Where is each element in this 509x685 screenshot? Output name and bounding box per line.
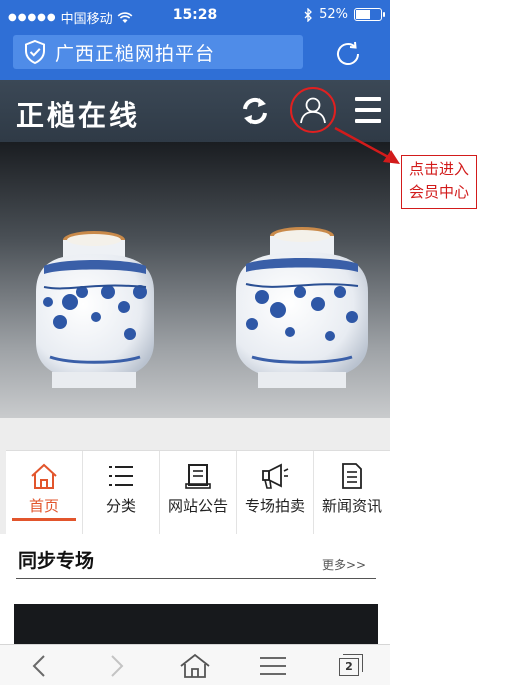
refresh-button[interactable]: [237, 93, 273, 129]
home-icon: [28, 461, 60, 491]
hamburger-menu-icon[interactable]: [355, 97, 381, 123]
tabs-button[interactable]: 2: [312, 645, 390, 685]
document-icon: [336, 461, 368, 491]
forward-button[interactable]: [78, 645, 156, 685]
tab-count: 2: [339, 657, 359, 676]
porcelain-jars-image: [36, 227, 368, 388]
forward-icon: [111, 654, 124, 677]
member-center-button[interactable]: [290, 87, 336, 133]
refresh-icon: [243, 97, 267, 125]
left-jar: [36, 231, 154, 388]
annotation-line-1: 点击进入: [408, 160, 469, 178]
bluetooth-icon: [304, 7, 313, 22]
tab-category[interactable]: 分类: [83, 451, 160, 537]
right-jar: [236, 227, 368, 388]
list-icon: [105, 461, 137, 491]
tab-home-label: 首页: [28, 497, 59, 515]
notice-icon: [182, 461, 214, 491]
nav-area: 首页 分类 网站公告 专场拍卖 新闻资讯: [0, 418, 390, 537]
section-divider: [16, 578, 376, 579]
shield-check-icon: [21, 38, 49, 66]
annotation-line-2: 会员中心: [408, 183, 469, 201]
megaphone-icon: [259, 461, 291, 491]
phone-screen: ●●●●● 中国移动 15:28 52% 广西正槌网拍平台 正槌在线 首页 分类…: [0, 0, 390, 685]
address-text: 广西正槌网拍平台: [55, 42, 216, 65]
tab-special-auction[interactable]: 专场拍卖: [237, 451, 314, 537]
tab-notice-label: 网站公告: [167, 497, 228, 515]
tab-news-label: 新闻资讯: [321, 497, 382, 515]
section-card-image[interactable]: [14, 604, 378, 644]
tabs-icon: 2: [337, 653, 365, 678]
home-icon: [180, 653, 210, 678]
tab-category-label: 分类: [105, 497, 136, 515]
nav-tabs: 首页 分类 网站公告 专场拍卖 新闻资讯: [6, 450, 390, 537]
tab-special-auction-label: 专场拍卖: [244, 497, 305, 515]
browser-toolbar: 2: [0, 644, 390, 685]
user-icon: [300, 97, 326, 124]
address-bar[interactable]: 广西正槌网拍平台: [13, 35, 303, 69]
battery-icon: [354, 8, 385, 21]
tab-notice[interactable]: 网站公告: [160, 451, 237, 537]
status-bar: ●●●●● 中国移动 15:28 52%: [0, 0, 390, 30]
reload-button[interactable]: [330, 38, 366, 70]
site-header: 正槌在线: [0, 80, 390, 142]
battery-percent: 52%: [319, 7, 348, 22]
site-logo[interactable]: 正槌在线: [16, 94, 140, 134]
tab-news[interactable]: 新闻资讯: [314, 451, 390, 537]
annotation-note: 点击进入 会员中心: [401, 155, 477, 209]
more-link[interactable]: 更多>>: [322, 556, 366, 573]
battery-fill: [356, 10, 370, 19]
toolbar-menu-button[interactable]: [234, 645, 312, 685]
hero-banner[interactable]: [0, 142, 390, 418]
toolbar-home-button[interactable]: [156, 645, 234, 685]
browser-chrome: ●●●●● 中国移动 15:28 52% 广西正槌网拍平台: [0, 0, 390, 80]
menu-icon: [260, 656, 286, 675]
status-right: 52%: [304, 7, 385, 22]
section-title: 同步专场: [18, 550, 95, 572]
reload-icon: [337, 41, 359, 65]
back-button[interactable]: [0, 645, 78, 685]
tab-home[interactable]: 首页: [6, 451, 83, 537]
back-icon: [32, 654, 45, 677]
sync-special-section: 同步专场 更多>>: [0, 534, 390, 644]
